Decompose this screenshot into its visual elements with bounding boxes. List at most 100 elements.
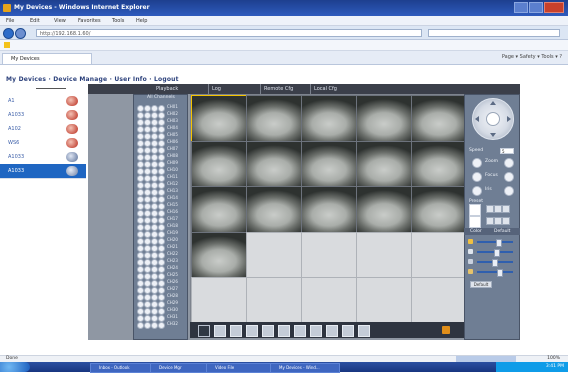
- channel-row[interactable]: CH05: [137, 132, 185, 140]
- layout-1-button[interactable]: [214, 325, 226, 337]
- video-cell-live[interactable]: [301, 95, 357, 142]
- fullscreen-button[interactable]: [198, 325, 210, 337]
- preset-delete-button[interactable]: [502, 205, 510, 213]
- saturation-slider[interactable]: [468, 258, 516, 267]
- minimize-button[interactable]: [514, 2, 528, 13]
- video-cell-empty[interactable]: [411, 231, 467, 279]
- video-cell-empty[interactable]: [356, 231, 412, 279]
- record-button[interactable]: [294, 325, 306, 337]
- arrow-right-icon[interactable]: [507, 116, 511, 122]
- channel-row[interactable]: CH30: [137, 307, 185, 315]
- video-cell-live[interactable]: [301, 186, 357, 233]
- device-row[interactable]: WS6: [0, 136, 86, 151]
- volume-icon[interactable]: [442, 326, 450, 334]
- iris-open-button[interactable]: [504, 186, 514, 196]
- channel-row[interactable]: CH02: [137, 111, 185, 119]
- video-cell-live[interactable]: [191, 95, 247, 142]
- channel-toggle-icon[interactable]: [137, 322, 144, 329]
- maximize-button[interactable]: [529, 2, 543, 13]
- menu-view[interactable]: View: [54, 18, 66, 24]
- cruise-set-button[interactable]: [502, 217, 510, 225]
- video-cell-live[interactable]: [191, 186, 247, 233]
- browser-tab[interactable]: My Devices: [2, 53, 92, 64]
- channel-row[interactable]: CH12: [137, 181, 185, 189]
- close-button[interactable]: [544, 2, 564, 13]
- channel-row[interactable]: CH14: [137, 195, 185, 203]
- channel-toggle-icon[interactable]: [151, 322, 158, 329]
- device-row-selected[interactable]: A1033: [0, 164, 86, 179]
- channel-row[interactable]: CH04: [137, 125, 185, 133]
- video-cell-live[interactable]: [191, 140, 247, 188]
- channel-row[interactable]: CH06: [137, 139, 185, 147]
- menu-file[interactable]: File: [6, 18, 14, 24]
- video-cell-live[interactable]: [246, 140, 302, 188]
- video-cell-live[interactable]: [191, 231, 247, 279]
- channel-row[interactable]: CH29: [137, 300, 185, 308]
- slider-knob[interactable]: [497, 269, 504, 277]
- channel-row[interactable]: CH13: [137, 188, 185, 196]
- device-row[interactable]: A102: [0, 122, 86, 137]
- video-cell-live[interactable]: [356, 186, 412, 233]
- url-input[interactable]: http://192.168.1.60/: [36, 29, 422, 37]
- preset-call-button[interactable]: [494, 205, 502, 213]
- channel-row[interactable]: CH08: [137, 153, 185, 161]
- video-cell-empty[interactable]: [411, 277, 467, 324]
- stop-button[interactable]: [342, 325, 354, 337]
- ie-toolbar[interactable]: Page ▾ Safety ▾ Tools ▾ ?: [502, 54, 562, 60]
- menu-edit[interactable]: Edit: [30, 18, 40, 24]
- video-cell-live[interactable]: [411, 140, 467, 188]
- channel-row[interactable]: CH26: [137, 279, 185, 287]
- channel-row[interactable]: CH21: [137, 244, 185, 252]
- slider-knob[interactable]: [495, 239, 502, 247]
- channel-row[interactable]: CH32: [137, 321, 185, 329]
- channel-toggle-icon[interactable]: [158, 322, 165, 329]
- search-input[interactable]: [428, 29, 560, 37]
- hue-slider[interactable]: [468, 268, 516, 277]
- video-cell-empty[interactable]: [301, 231, 357, 279]
- menu-favorites[interactable]: Favorites: [78, 18, 101, 24]
- zoom-in-button[interactable]: [504, 158, 514, 168]
- close-all-button[interactable]: [358, 325, 370, 337]
- iris-close-button[interactable]: [472, 186, 482, 196]
- start-button[interactable]: [0, 362, 30, 372]
- top-navigation[interactable]: My Devices · Device Manage · User Info ·…: [6, 76, 179, 83]
- layout-16-button[interactable]: [262, 325, 274, 337]
- video-cell-live[interactable]: [411, 95, 467, 142]
- speed-input[interactable]: 5: [500, 148, 514, 154]
- tab-log[interactable]: Log: [212, 86, 221, 92]
- layout-25-button[interactable]: [278, 325, 290, 337]
- channel-row[interactable]: CH27: [137, 286, 185, 294]
- channel-row[interactable]: CH09: [137, 160, 185, 168]
- slider-knob[interactable]: [492, 259, 499, 267]
- cruise-start-button[interactable]: [486, 217, 494, 225]
- focus-in-button[interactable]: [504, 172, 514, 182]
- video-cell-empty[interactable]: [246, 231, 302, 279]
- channel-toggle-icon[interactable]: [144, 322, 151, 329]
- cruise-input[interactable]: [469, 216, 481, 228]
- channel-row[interactable]: CH22: [137, 251, 185, 259]
- layout-4-button[interactable]: [230, 325, 242, 337]
- channel-row[interactable]: CH07: [137, 146, 185, 154]
- menu-tools[interactable]: Tools: [112, 18, 124, 24]
- brightness-slider[interactable]: [468, 238, 516, 247]
- preset-input[interactable]: [469, 204, 481, 216]
- channel-row[interactable]: CH03: [137, 118, 185, 126]
- menu-help[interactable]: Help: [136, 18, 147, 24]
- device-row[interactable]: A1033: [0, 108, 86, 123]
- channel-row[interactable]: CH25: [137, 272, 185, 280]
- video-cell-live[interactable]: [246, 186, 302, 233]
- device-row[interactable]: A1: [0, 94, 86, 109]
- slider-knob[interactable]: [494, 249, 500, 257]
- tab-playback[interactable]: Playback: [156, 86, 178, 92]
- cruise-stop-button[interactable]: [494, 217, 502, 225]
- talk-button[interactable]: [326, 325, 338, 337]
- ptz-center-button[interactable]: [486, 112, 500, 126]
- video-cell-live[interactable]: [356, 95, 412, 142]
- tab-remote-config[interactable]: Remote Cfg: [264, 86, 293, 92]
- video-cell-live[interactable]: [411, 186, 467, 233]
- video-cell-empty[interactable]: [301, 277, 357, 324]
- device-row[interactable]: A1033: [0, 150, 86, 165]
- channel-row[interactable]: CH19: [137, 230, 185, 238]
- layout-9-button[interactable]: [246, 325, 258, 337]
- channel-row[interactable]: CH18: [137, 223, 185, 231]
